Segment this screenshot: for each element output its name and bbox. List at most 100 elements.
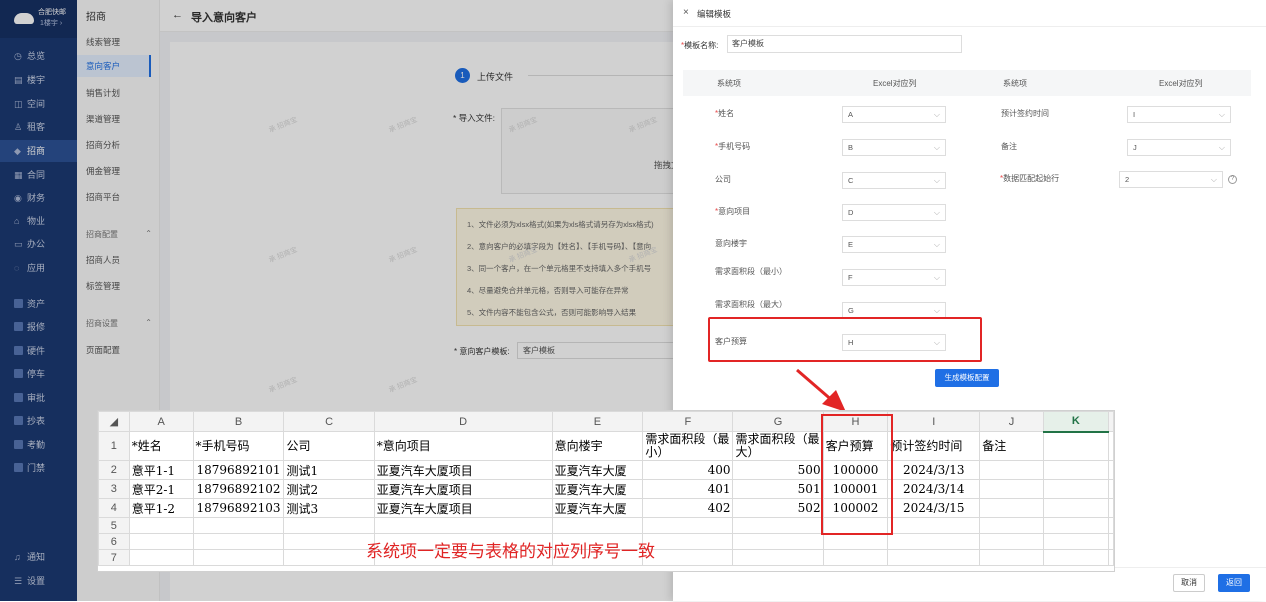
empty-cell[interactable] [979,533,1044,550]
table-cell[interactable] [979,479,1044,499]
table-cell[interactable] [1042,460,1110,480]
table-cell[interactable]: 意平1-1 [128,460,194,480]
column-select[interactable]: A ⌵ [842,106,946,123]
empty-cell[interactable] [732,533,824,550]
empty-cell[interactable] [1108,533,1114,550]
column-header[interactable]: B [192,411,285,432]
column-header[interactable]: E [551,411,644,432]
table-cell[interactable]: 亚夏汽车大厦项目 [373,479,553,499]
table-cell[interactable]: 2024/3/15 [887,498,981,518]
empty-cell[interactable] [1108,498,1114,518]
table-cell[interactable]: 18796892101 [192,460,285,480]
header-cell[interactable]: 预计签约时间 [887,431,981,461]
empty-cell[interactable] [1108,479,1114,499]
column-select[interactable]: D ⌵ [842,204,946,221]
column-header[interactable]: C [283,411,375,432]
table-cell[interactable]: 18796892102 [192,479,285,499]
column-select[interactable]: F ⌵ [842,269,946,286]
close-icon[interactable]: × [683,7,689,18]
empty-cell[interactable] [887,517,981,534]
table-cell[interactable]: 400 [642,460,734,480]
table-cell[interactable] [979,498,1044,518]
empty-cell[interactable] [1042,549,1110,566]
empty-cell[interactable] [642,533,734,550]
empty-cell[interactable] [551,517,644,534]
empty-cell[interactable] [732,549,824,566]
table-cell[interactable]: 500 [732,460,824,480]
table-cell[interactable]: 401 [642,479,734,499]
empty-cell[interactable] [887,549,981,566]
sheet-corner[interactable]: ◢ [98,411,130,432]
return-button[interactable]: 返回 [1218,574,1250,592]
table-cell[interactable]: 501 [732,479,824,499]
table-cell[interactable] [1042,479,1110,499]
column-select[interactable]: J ⌵ [1127,139,1231,156]
empty-cell[interactable] [283,533,375,550]
empty-cell[interactable] [642,517,734,534]
empty-cell[interactable] [373,517,553,534]
empty-cell[interactable] [1042,533,1110,550]
table-cell[interactable]: 2024/3/14 [887,479,981,499]
row-number[interactable]: 1 [98,431,130,461]
empty-cell[interactable] [192,533,285,550]
row-number[interactable]: 3 [98,479,130,499]
empty-cell[interactable] [1108,549,1114,566]
table-cell[interactable]: 亚夏汽车大厦项目 [373,498,553,518]
empty-cell[interactable] [1108,460,1114,480]
table-cell[interactable]: 亚夏汽车大厦项目 [373,460,553,480]
column-header[interactable]: I [887,411,981,432]
empty-cell[interactable] [1108,517,1114,534]
empty-cell[interactable] [128,533,194,550]
header-cell[interactable]: 公司 [283,431,375,461]
column-header[interactable]: J [979,411,1044,432]
empty-cell[interactable] [642,549,734,566]
row-number[interactable]: 4 [98,498,130,518]
header-cell[interactable] [1042,431,1110,461]
empty-cell[interactable] [192,517,285,534]
row-number[interactable]: 5 [98,517,130,534]
empty-cell[interactable] [822,549,889,566]
column-select[interactable]: 2 ⌵ [1119,171,1223,188]
table-cell[interactable]: 测试1 [283,460,375,480]
empty-cell[interactable] [822,533,889,550]
row-number[interactable]: 2 [98,460,130,480]
empty-cell[interactable] [979,517,1044,534]
header-cell[interactable]: 意向楼宇 [551,431,644,461]
empty-cell[interactable] [128,517,194,534]
header-cell[interactable]: *意向项目 [373,431,553,461]
generate-config-button[interactable]: 生成模板配置 [935,369,999,387]
header-cell[interactable]: *手机号码 [192,431,285,461]
row-number[interactable]: 7 [98,549,130,566]
empty-cell[interactable] [887,533,981,550]
column-select[interactable]: C ⌵ [842,172,946,189]
header-cell[interactable]: 需求面积段（最小） [642,431,734,461]
table-cell[interactable]: 亚夏汽车大厦 [551,479,644,499]
empty-cell[interactable] [283,549,375,566]
table-cell[interactable]: 亚夏汽车大厦 [551,498,644,518]
empty-cell[interactable] [128,549,194,566]
column-header[interactable]: K [1042,411,1110,433]
table-cell[interactable]: 亚夏汽车大厦 [551,460,644,480]
template-name-input[interactable]: 客户模板 [727,35,962,53]
column-select[interactable]: I ⌵ [1127,106,1231,123]
empty-cell[interactable] [732,517,824,534]
row-number[interactable]: 6 [98,533,130,550]
column-header[interactable]: F [642,411,734,432]
empty-cell[interactable] [1108,431,1114,461]
column-header[interactable]: G [732,411,824,432]
header-cell[interactable]: 需求面积段（最大） [732,431,824,461]
help-icon[interactable]: ? [1228,175,1237,184]
table-cell[interactable] [1042,498,1110,518]
column-select[interactable]: B ⌵ [842,139,946,156]
empty-cell[interactable] [192,549,285,566]
table-cell[interactable]: 502 [732,498,824,518]
table-cell[interactable]: 意平1-2 [128,498,194,518]
column-header[interactable]: A [128,411,194,432]
cancel-button[interactable]: 取消 [1173,574,1205,592]
table-cell[interactable]: 意平2-1 [128,479,194,499]
column-select[interactable]: E ⌵ [842,236,946,253]
header-cell[interactable]: *姓名 [128,431,194,461]
table-cell[interactable]: 402 [642,498,734,518]
table-cell[interactable] [979,460,1044,480]
empty-cell[interactable] [283,517,375,534]
